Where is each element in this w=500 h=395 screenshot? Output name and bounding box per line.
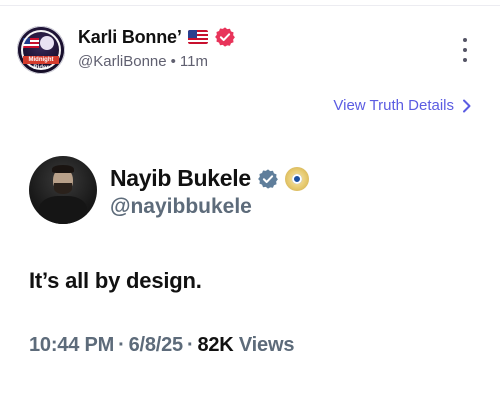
embedded-time: 10:44 PM — [29, 334, 115, 356]
meta-dot: · — [118, 334, 125, 356]
author-avatar[interactable]: Midnight Rider — [17, 26, 65, 74]
embedded-views-count: 82K — [197, 334, 234, 356]
post-time-ago[interactable]: 11m — [180, 53, 208, 70]
top-divider — [0, 5, 500, 6]
more-options-button[interactable] — [455, 38, 475, 62]
embedded-display-name[interactable]: Nayib Bukele — [110, 165, 251, 192]
embedded-post-text: It’s all by design. — [29, 268, 202, 293]
meta-dot: · — [186, 334, 194, 356]
meta-separator: • — [170, 53, 176, 70]
author-display-name[interactable]: Karli Bonne’ — [78, 27, 182, 48]
more-vertical-icon — [463, 38, 467, 42]
author-handle[interactable]: @KarliBonne — [78, 53, 167, 70]
government-seal-icon — [284, 166, 309, 191]
chevron-right-icon — [463, 99, 471, 112]
view-truth-details-label: View Truth Details — [333, 97, 454, 114]
verified-badge-icon — [214, 27, 235, 47]
avatar-banner: Midnight Rider — [23, 56, 59, 71]
embedded-post-meta: 10:44 PM · 6/8/25 · 82K Views — [29, 334, 294, 357]
author-handle-row: @KarliBonne • 11m — [78, 53, 208, 70]
embedded-name-row: Nayib Bukele — [110, 165, 309, 192]
us-flag-icon — [187, 30, 208, 44]
embedded-author-avatar[interactable] — [29, 156, 97, 224]
embedded-handle[interactable]: @nayibbukele — [110, 195, 252, 219]
embedded-views-label: Views — [238, 334, 295, 356]
view-truth-details-link[interactable]: View Truth Details — [333, 97, 472, 114]
author-name-row: Karli Bonne’ — [78, 26, 236, 48]
verified-badge-icon — [257, 168, 278, 189]
embedded-date: 6/8/25 — [128, 334, 184, 356]
